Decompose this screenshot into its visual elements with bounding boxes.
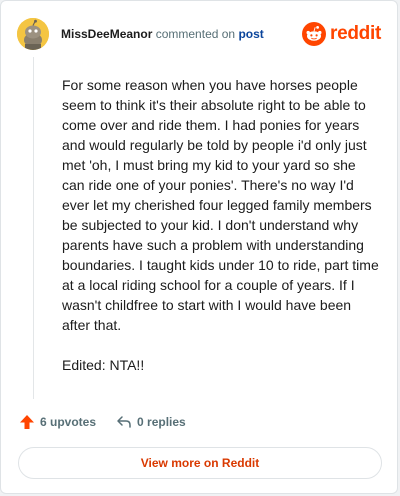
reply-button[interactable]: 0 replies (116, 414, 186, 430)
comment-body: For some reason when you have horses peo… (62, 75, 382, 395)
comment-meta: MissDeeMeanor commented on post (61, 26, 264, 42)
post-link[interactable]: post (238, 27, 263, 41)
commented-on-text: commented on (155, 27, 236, 41)
thread-line[interactable] (33, 57, 34, 399)
view-more-button[interactable]: View more on Reddit (18, 447, 382, 479)
reddit-logo[interactable]: reddit (302, 22, 381, 46)
snoo-avatar-icon (17, 18, 49, 50)
comment-paragraph: For some reason when you have horses peo… (62, 77, 379, 333)
username-link[interactable]: MissDeeMeanor (61, 27, 152, 41)
reddit-comment-embed: MissDeeMeanor commented on post reddit F… (0, 0, 398, 494)
reddit-logo-icon (302, 22, 327, 46)
comment-paragraph: Edited: NTA!! (62, 357, 145, 373)
upvote-count: 6 upvotes (40, 415, 97, 429)
comment-header: MissDeeMeanor commented on post reddit (17, 17, 381, 51)
avatar[interactable] (17, 18, 49, 50)
reply-arrow-icon (117, 416, 131, 428)
reddit-wordmark: reddit (330, 23, 381, 44)
reply-count: 0 replies (137, 415, 186, 429)
comment-actions: 6 upvotes 0 replies (19, 414, 186, 430)
upvote-arrow-icon (20, 415, 34, 429)
upvote-button[interactable]: 6 upvotes (19, 414, 96, 430)
